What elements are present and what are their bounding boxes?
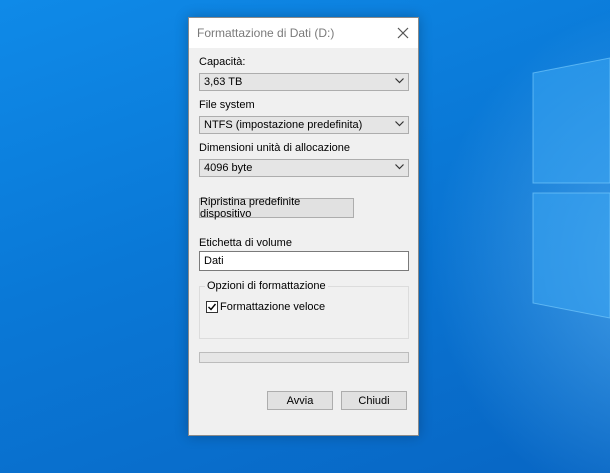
- chevron-down-icon: [395, 78, 404, 84]
- quick-format-checkbox[interactable]: [206, 301, 218, 313]
- volume-label-input[interactable]: Dati: [199, 251, 409, 271]
- checkmark-icon: [208, 303, 217, 311]
- close-dialog-button[interactable]: Chiudi: [341, 391, 407, 410]
- chevron-down-icon: [395, 121, 404, 127]
- allocation-select[interactable]: 4096 byte: [199, 159, 409, 177]
- start-button[interactable]: Avvia: [267, 391, 333, 410]
- allocation-label: Dimensioni unità di allocazione: [199, 142, 351, 154]
- volume-label-label: Etichetta di volume: [199, 237, 292, 249]
- close-button[interactable]: [388, 18, 418, 48]
- format-options-legend: Opzioni di formattazione: [205, 280, 328, 292]
- format-dialog: Formattazione di Dati (D:) Capacità: 3,6…: [188, 17, 419, 436]
- file-system-value: NTFS (impostazione predefinita): [204, 119, 363, 131]
- format-progress-bar: [199, 352, 409, 363]
- capacity-select[interactable]: 3,63 TB: [199, 73, 409, 91]
- file-system-label: File system: [199, 99, 255, 111]
- capacity-value: 3,63 TB: [204, 76, 243, 88]
- dialog-title: Formattazione di Dati (D:): [197, 26, 335, 40]
- allocation-value: 4096 byte: [204, 162, 253, 174]
- restore-defaults-button[interactable]: Ripristina predefinite dispositivo: [199, 196, 354, 220]
- quick-format-label[interactable]: Formattazione veloce: [220, 301, 325, 313]
- capacity-label: Capacità:: [199, 56, 246, 68]
- chevron-down-icon: [395, 164, 404, 170]
- close-icon: [397, 27, 409, 39]
- volume-label-value: Dati: [204, 255, 224, 267]
- dialog-titlebar[interactable]: Formattazione di Dati (D:): [189, 18, 418, 48]
- file-system-select[interactable]: NTFS (impostazione predefinita): [199, 116, 409, 134]
